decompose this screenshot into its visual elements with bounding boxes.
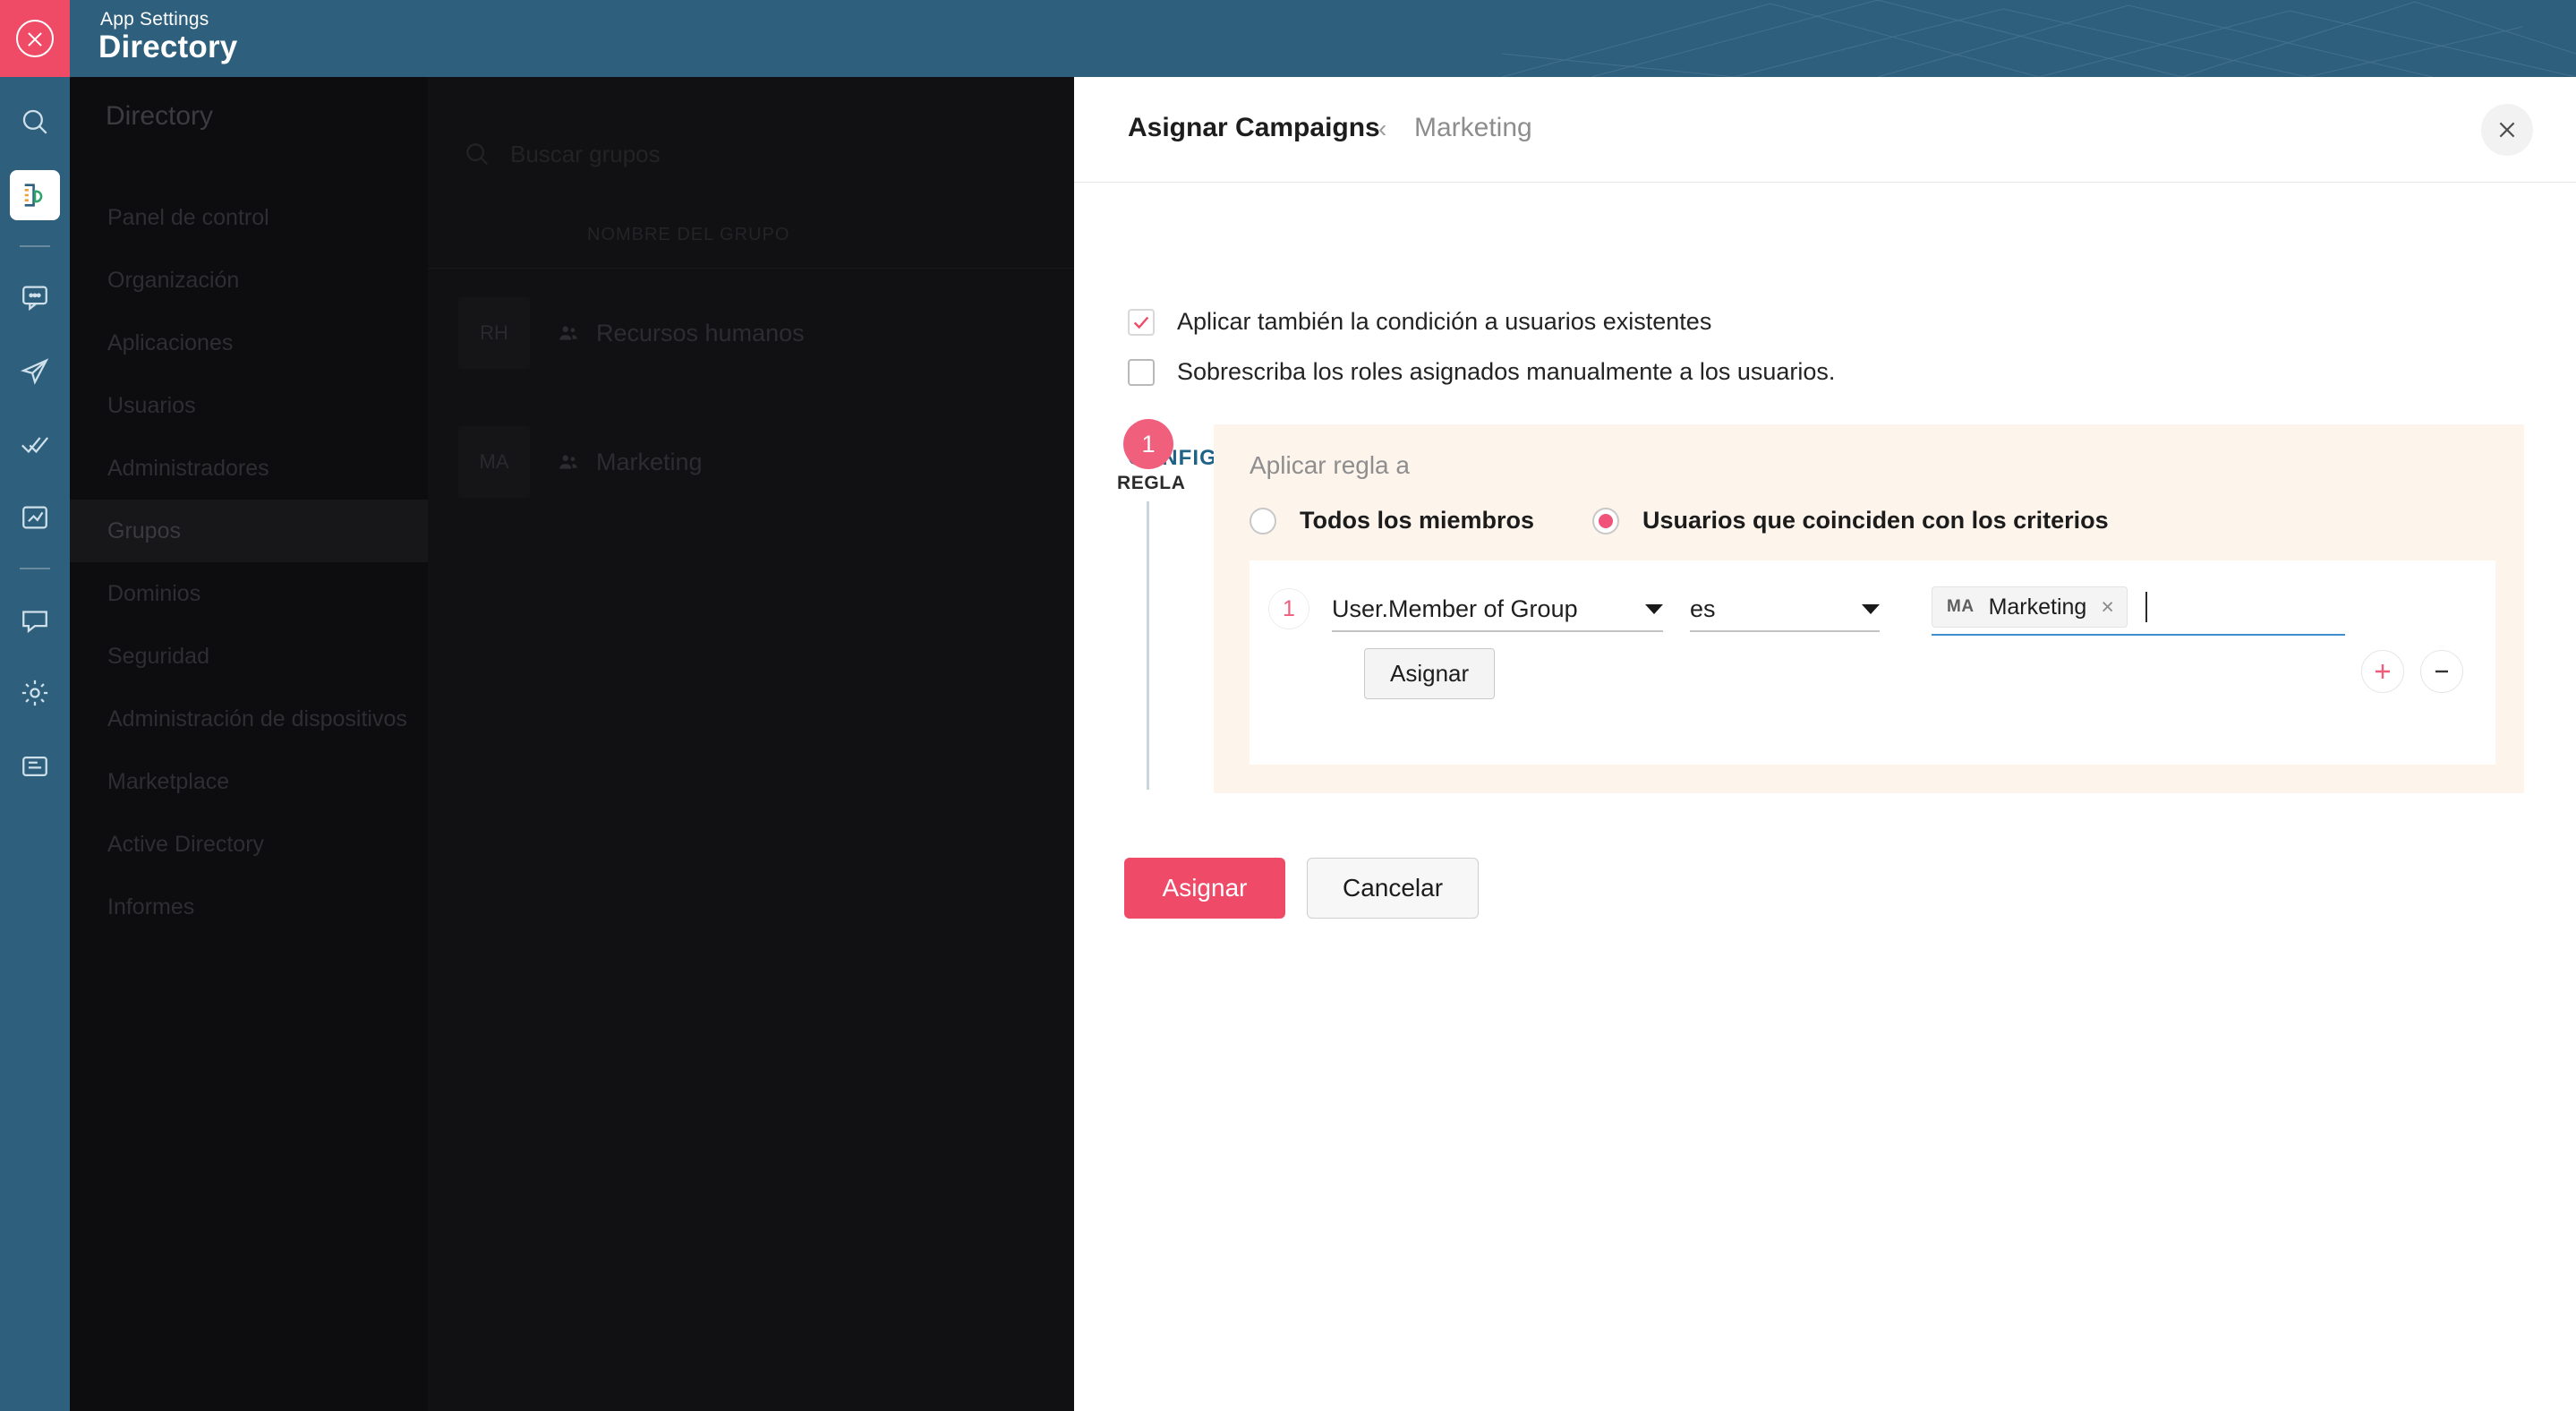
rule-number-badge: 1 (1123, 419, 1173, 469)
value-tag-initials: MA (1947, 597, 1975, 616)
groups-panel: Buscar grupos NOMBRE DEL GRUPO RH Recurs… (428, 77, 1074, 1411)
rule-card: Aplicar regla a Todos los miembros Usuar… (1214, 424, 2524, 793)
tasks-icon[interactable] (10, 419, 60, 469)
condition-index: 1 (1269, 589, 1309, 629)
nav-item-marketplace[interactable]: Marketplace (70, 750, 428, 813)
directory-nav: Directory Panel de control Organización … (70, 77, 428, 1411)
nav-item-aplicaciones[interactable]: Aplicaciones (70, 312, 428, 374)
attribute-select-value: User.Member of Group (1332, 594, 1578, 622)
close-icon (2499, 122, 2515, 138)
minus-icon (2435, 670, 2448, 673)
group-name: Marketing (596, 448, 703, 475)
radio-all-members[interactable] (1250, 507, 1276, 534)
app-header: App Settings Directory (0, 0, 2576, 77)
settings-icon[interactable] (10, 668, 60, 718)
overwrite-roles-label: Sobrescriba los roles asignados manualme… (1177, 358, 1836, 385)
apply-rule-to-label: Aplicar regla a (1250, 451, 1410, 479)
app-title: Directory (98, 30, 238, 64)
table-row[interactable]: MA Marketing (428, 398, 1074, 526)
table-row[interactable]: RH Recursos humanos (428, 269, 1074, 398)
nav-item-panel-de-control[interactable]: Panel de control (70, 186, 428, 249)
connect-icon[interactable] (10, 594, 60, 645)
rule-label: REGLA (1117, 473, 1186, 493)
search-groups-placeholder: Buscar grupos (510, 140, 661, 167)
value-tag-name: Marketing (1988, 594, 2087, 620)
apply-condition-checkbox[interactable] (1128, 308, 1155, 336)
chevron-down-icon (1645, 603, 1663, 614)
people-icon (559, 326, 577, 340)
search-groups-field[interactable]: Buscar grupos (428, 122, 1074, 186)
plus-icon (2376, 664, 2390, 679)
nav-list: Panel de control Organización Aplicacion… (70, 186, 428, 938)
icon-rail (0, 77, 70, 1411)
groups-column-header: NOMBRE DEL GRUPO (428, 202, 1074, 269)
nav-item-seguridad[interactable]: Seguridad (70, 625, 428, 688)
nav-heading: Directory (106, 101, 214, 131)
people-icon (559, 455, 577, 469)
nav-item-usuarios[interactable]: Usuarios (70, 374, 428, 437)
rail-divider (20, 245, 50, 247)
nav-item-administradores[interactable]: Administradores (70, 437, 428, 500)
directory-icon[interactable] (10, 170, 60, 220)
nav-item-grupos[interactable]: Grupos (70, 500, 428, 562)
nav-item-informes[interactable]: Informes (70, 876, 428, 938)
chat-icon[interactable] (10, 272, 60, 322)
condition-box: 1 User.Member of Group es MA Marketing ×… (1250, 560, 2495, 765)
group-name: Recursos humanos (596, 319, 805, 346)
apply-condition-label: Aplicar también la condición a usuarios … (1177, 308, 1712, 335)
overwrite-roles-checkbox-row[interactable]: Sobrescriba los roles asignados manualme… (1128, 358, 1835, 386)
inner-assign-button[interactable]: Asignar (1364, 648, 1496, 699)
close-panel-button[interactable] (2481, 104, 2533, 156)
page-title: Asignar Campaigns (1128, 113, 1380, 142)
cancel-button[interactable]: Cancelar (1307, 858, 1479, 919)
group-name-cell: Marketing (557, 449, 703, 476)
search-icon[interactable] (10, 97, 60, 147)
mail-icon[interactable] (10, 346, 60, 396)
radio-matching-users[interactable] (1592, 507, 1619, 534)
radio-all-members-label: Todos los miembros (1300, 507, 1535, 534)
analytics-icon[interactable] (10, 492, 60, 543)
search-icon (466, 143, 489, 166)
radio-all-members-row[interactable]: Todos los miembros (1250, 507, 1534, 534)
attribute-select[interactable]: User.Member of Group (1332, 587, 1663, 632)
docs-icon[interactable] (10, 741, 60, 791)
rail-divider (20, 568, 50, 569)
operator-select-value: es (1690, 594, 1716, 622)
screen: App Settings Directory Directory Panel d… (0, 0, 2576, 1411)
radio-matching-users-label: Usuarios que coinciden con los criterios (1642, 507, 2109, 534)
header-wave-decoration (1502, 0, 2576, 77)
add-condition-button[interactable] (2361, 650, 2404, 693)
close-icon[interactable]: × (2101, 595, 2114, 619)
nav-item-dominios[interactable]: Dominios (70, 562, 428, 625)
radio-selected-dot (1599, 513, 1613, 528)
avatar: RH (458, 297, 530, 369)
nav-item-organizacion[interactable]: Organización (70, 249, 428, 312)
breadcrumb: Marketing (1414, 113, 1532, 142)
chevron-left-icon: ‹ (1378, 115, 1387, 142)
chevron-down-icon (1862, 603, 1880, 614)
overwrite-roles-checkbox[interactable] (1128, 358, 1155, 386)
value-tag[interactable]: MA Marketing × (1932, 586, 2128, 628)
panel-header: Asignar Campaigns ‹ Marketing (1074, 77, 2576, 183)
operator-select[interactable]: es (1690, 587, 1880, 632)
value-input[interactable]: MA Marketing × (1932, 580, 2345, 636)
close-circle-icon (16, 20, 54, 57)
remove-condition-button[interactable] (2420, 650, 2463, 693)
app-kicker: App Settings (100, 9, 209, 30)
nav-item-active-directory[interactable]: Active Directory (70, 813, 428, 876)
check-icon (1133, 316, 1149, 329)
apply-condition-checkbox-row[interactable]: Aplicar también la condición a usuarios … (1128, 308, 1711, 336)
rule-connector-line (1147, 501, 1149, 790)
text-cursor (2145, 592, 2147, 622)
close-app-button[interactable] (0, 0, 70, 77)
avatar: MA (458, 426, 530, 498)
radio-matching-users-row[interactable]: Usuarios que coinciden con los criterios (1592, 507, 2109, 534)
group-name-cell: Recursos humanos (557, 320, 805, 347)
assign-button[interactable]: Asignar (1124, 858, 1285, 919)
nav-item-administracion-de-dispositivos[interactable]: Administración de dispositivos (70, 688, 428, 750)
